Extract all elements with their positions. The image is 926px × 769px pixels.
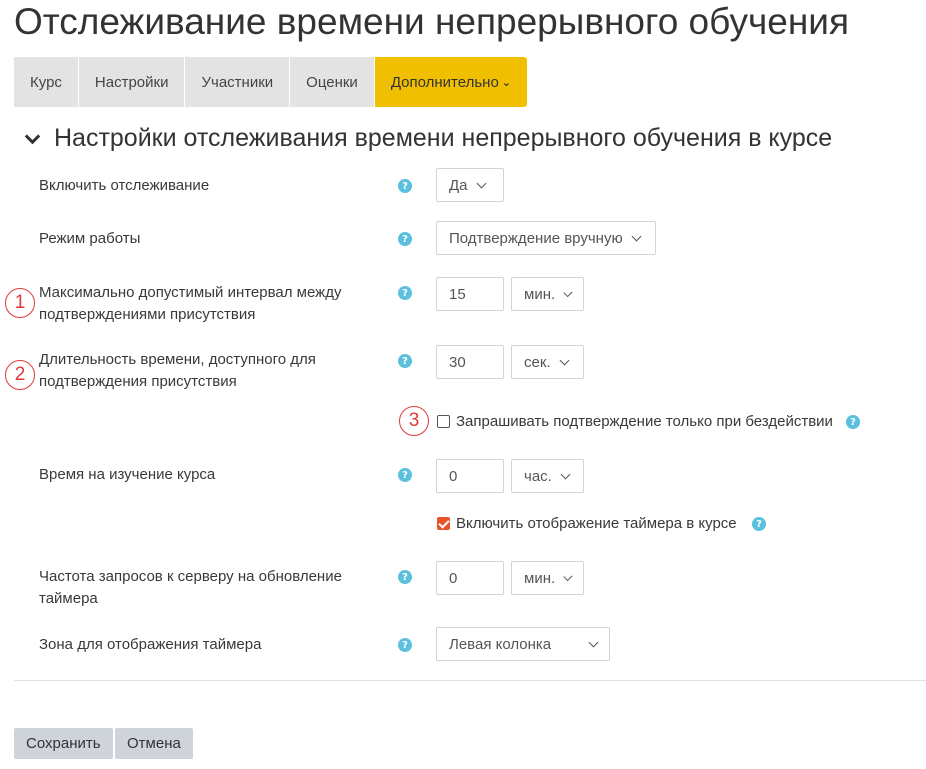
collapse-chevron-icon[interactable] <box>24 130 42 148</box>
enable-tracking-value: Да <box>449 176 468 194</box>
mode-label: Режим работы <box>39 230 141 247</box>
idle-only-label[interactable]: Запрашивать подтверждение только при без… <box>456 413 833 430</box>
marker-1: 1 <box>5 288 35 318</box>
course-nav: Курс Настройки Участники Оценки Дополнит… <box>14 57 528 107</box>
max-interval-input[interactable] <box>436 277 504 311</box>
refresh-rate-input[interactable] <box>436 561 504 595</box>
chevron-down-icon <box>588 637 599 647</box>
refresh-rate-label: Частота запросов к серверу на обновление… <box>39 568 342 607</box>
enable-tracking-select[interactable]: Да <box>436 168 504 202</box>
save-button[interactable]: Сохранить <box>14 728 113 759</box>
mode-value: Подтверждение вручную <box>449 229 623 247</box>
timer-zone-value: Левая колонка <box>449 635 552 653</box>
section-header: Настройки отслеживания времени непрерывн… <box>24 124 832 153</box>
refresh-rate-unit-select[interactable]: мин. <box>511 561 584 595</box>
help-icon[interactable]: ? <box>398 570 412 584</box>
chevron-down-icon: ⌄ <box>501 76 512 89</box>
timer-zone-select[interactable]: Левая колонка <box>436 627 610 661</box>
max-interval-unit: мин. <box>524 285 556 303</box>
study-time-input[interactable] <box>436 459 504 493</box>
show-timer-label[interactable]: Включить отображение таймера в курсе <box>456 515 737 532</box>
section-title: Настройки отслеживания времени непрерывн… <box>54 124 833 152</box>
study-time-unit-select[interactable]: час. <box>511 459 584 493</box>
enable-tracking-label: Включить отслеживание <box>39 177 210 194</box>
confirm-time-input[interactable] <box>436 345 504 379</box>
tab-settings[interactable]: Настройки <box>78 57 185 107</box>
confirm-time-unit-select[interactable]: сек. <box>511 345 584 379</box>
max-interval-label: Максимально допустимый интервал между по… <box>39 284 342 323</box>
help-icon[interactable]: ? <box>398 232 412 246</box>
help-icon[interactable]: ? <box>398 286 412 300</box>
chevron-down-icon <box>476 178 486 188</box>
tab-course[interactable]: Курс <box>14 57 78 107</box>
help-icon[interactable]: ? <box>398 354 412 368</box>
refresh-rate-unit: мин. <box>524 569 556 587</box>
mode-select[interactable]: Подтверждение вручную <box>436 221 656 255</box>
help-icon[interactable]: ? <box>398 638 412 652</box>
study-time-unit: час. <box>524 467 552 485</box>
marker-2: 2 <box>5 360 35 390</box>
chevron-down-icon <box>631 231 642 241</box>
max-interval-unit-select[interactable]: мин. <box>511 277 584 311</box>
form-divider <box>14 680 926 681</box>
help-icon[interactable]: ? <box>398 179 412 193</box>
cancel-button[interactable]: Отмена <box>115 728 193 759</box>
chevron-down-icon <box>563 571 573 581</box>
page-title: Отслеживание времени непрерывного обучен… <box>14 1 849 42</box>
tab-more-label: Дополнительно <box>390 73 499 91</box>
tab-more[interactable]: Дополнительно ⌄ <box>374 57 528 107</box>
tab-participants[interactable]: Участники <box>185 57 290 107</box>
timer-zone-label: Зона для отображения таймера <box>39 636 262 653</box>
chevron-down-icon <box>559 355 570 365</box>
chevron-down-icon <box>560 469 571 479</box>
help-icon[interactable]: ? <box>398 468 412 482</box>
tab-grades[interactable]: Оценки <box>290 57 374 107</box>
study-time-label: Время на изучение курса <box>39 466 216 483</box>
confirm-time-label: Длительность времени, доступного для под… <box>39 351 316 390</box>
confirm-time-unit: сек. <box>524 353 551 371</box>
chevron-down-icon <box>563 287 573 297</box>
marker-3: 3 <box>399 406 429 436</box>
help-icon[interactable]: ? <box>752 517 766 531</box>
show-timer-checkbox[interactable] <box>437 517 450 530</box>
help-icon[interactable]: ? <box>846 415 860 429</box>
idle-only-checkbox[interactable] <box>437 415 450 428</box>
